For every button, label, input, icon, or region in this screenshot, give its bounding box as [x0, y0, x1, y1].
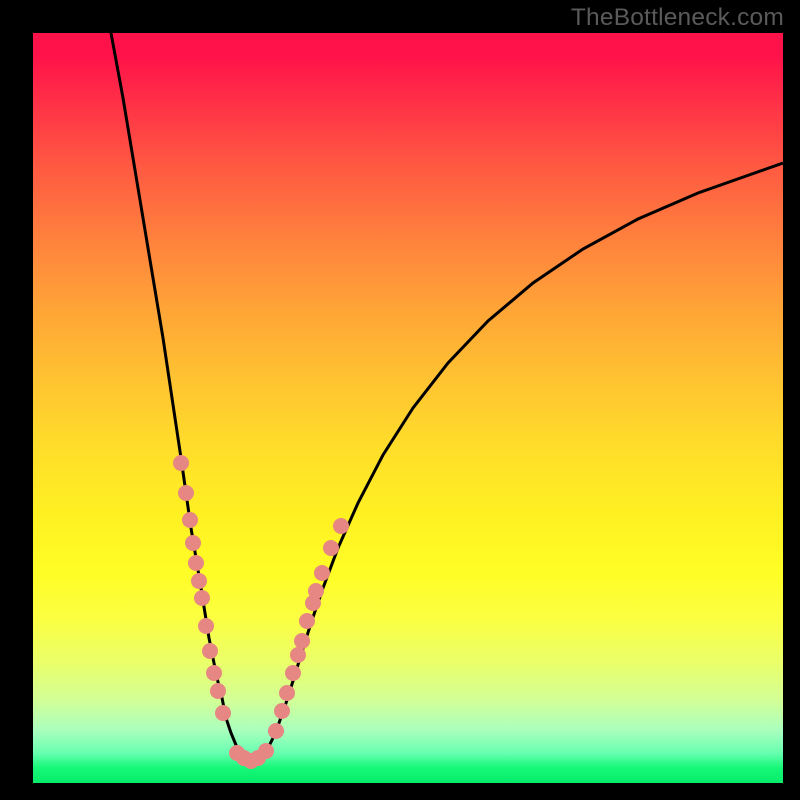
chart-marker — [290, 647, 306, 663]
plot-area — [33, 33, 783, 783]
chart-marker — [268, 723, 284, 739]
chart-marker — [185, 535, 201, 551]
chart-marker — [188, 555, 204, 571]
chart-marker — [198, 618, 214, 634]
chart-marker — [333, 518, 349, 534]
chart-marker — [178, 485, 194, 501]
chart-marker — [173, 455, 189, 471]
chart-marker — [294, 633, 310, 649]
chart-marker — [285, 665, 301, 681]
chart-marker — [215, 705, 231, 721]
curve-right-arm — [251, 163, 783, 761]
chart-marker — [182, 512, 198, 528]
chart-marker — [206, 665, 222, 681]
chart-marker — [210, 683, 226, 699]
chart-marker — [279, 685, 295, 701]
chart-marker — [202, 643, 218, 659]
chart-marker — [314, 565, 330, 581]
chart-marker — [308, 583, 324, 599]
chart-marker — [323, 540, 339, 556]
curve-left-arm — [111, 33, 251, 761]
outer-frame: TheBottleneck.com — [0, 0, 800, 800]
chart-marker — [194, 590, 210, 606]
curve-layer — [33, 33, 783, 783]
chart-marker — [191, 573, 207, 589]
watermark-text: TheBottleneck.com — [571, 4, 784, 32]
chart-marker — [274, 703, 290, 719]
chart-marker — [299, 613, 315, 629]
chart-marker — [258, 743, 274, 759]
